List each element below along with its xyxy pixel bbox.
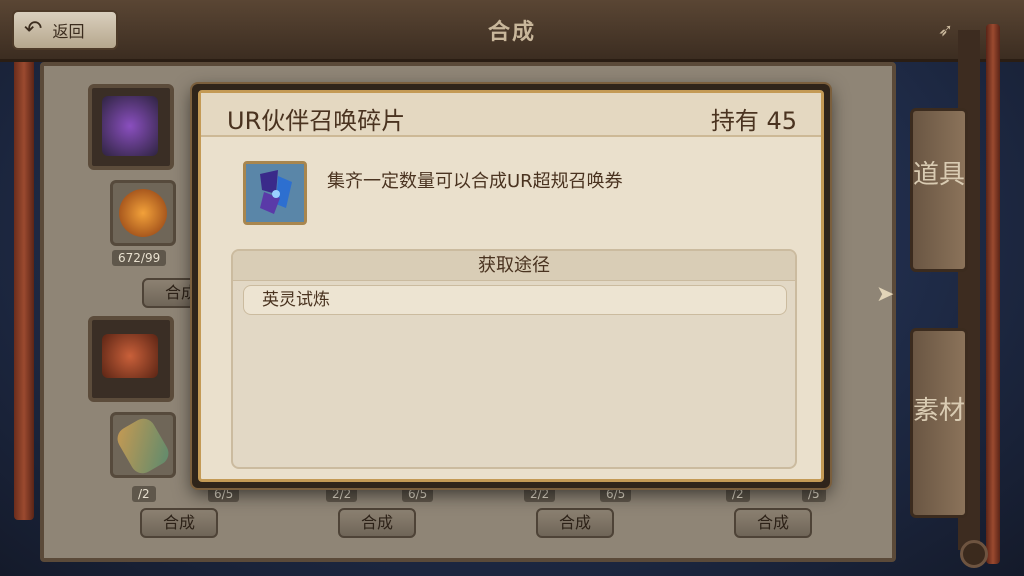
synth-button[interactable]: 合成 xyxy=(338,508,416,538)
ornament-icon: ➶ xyxy=(938,20,954,41)
tab-items-label: 道具 xyxy=(913,160,966,190)
back-button-label: 返回 xyxy=(52,22,85,41)
summon-shard-icon xyxy=(243,161,307,225)
item-count: 2/2 xyxy=(524,486,556,502)
horn-icon xyxy=(113,414,173,478)
crystal-icon xyxy=(102,96,158,156)
item-count: 6/5 xyxy=(208,486,240,502)
item-count: /2 xyxy=(132,486,156,502)
item-count: 2/2 xyxy=(326,486,358,502)
item-slot[interactable] xyxy=(110,180,176,246)
obtain-sources-panel: 获取途径 英灵试炼 xyxy=(231,249,797,469)
tab-materials-label: 素材 xyxy=(913,396,966,426)
tab-materials[interactable]: 素材 xyxy=(910,328,968,518)
held-count: 持有 45 xyxy=(710,107,797,135)
beast-icon xyxy=(102,334,158,378)
ore-icon xyxy=(119,189,167,237)
dialog-body: UR伙伴召唤碎片 持有 45 集齐一定数量可以合成UR超规召唤券 获取途径 英灵… xyxy=(198,90,824,482)
back-arrow-icon: ↶ xyxy=(24,17,43,42)
synth-button[interactable]: 合成 xyxy=(734,508,812,538)
item-slot[interactable] xyxy=(88,316,174,402)
page-title: 合成 xyxy=(487,20,536,45)
synth-button[interactable]: 合成 xyxy=(140,508,218,538)
item-description-box: 集齐一定数量可以合成UR超规召唤券 xyxy=(231,147,801,233)
obtain-sources-title: 获取途径 xyxy=(233,251,795,281)
back-button[interactable]: ↶ 返回 xyxy=(12,10,118,50)
item-name: UR伙伴召唤碎片 xyxy=(227,107,406,135)
item-slot[interactable] xyxy=(88,84,174,170)
item-count: /5 xyxy=(802,486,826,502)
source-item[interactable]: 英灵试炼 xyxy=(243,285,787,315)
item-info-dialog: UR伙伴召唤碎片 持有 45 集齐一定数量可以合成UR超规召唤券 获取途径 英灵… xyxy=(192,84,830,488)
item-count: 6/5 xyxy=(600,486,632,502)
right-rail xyxy=(986,24,1000,564)
top-bar: 合成 ↶ 返回 ➶ xyxy=(0,0,1024,62)
item-slot[interactable] xyxy=(110,412,176,478)
chevron-right-icon[interactable]: ➤ xyxy=(876,282,894,307)
corner-knob xyxy=(960,540,988,568)
item-description: 集齐一定数量可以合成UR超规召唤券 xyxy=(327,171,623,192)
item-count: 6/5 xyxy=(402,486,434,502)
tab-items[interactable]: 道具 xyxy=(910,108,968,272)
item-count: /2 xyxy=(726,486,750,502)
item-count: 672/99 xyxy=(112,250,167,266)
synth-button[interactable]: 合成 xyxy=(536,508,614,538)
dialog-header: UR伙伴召唤碎片 持有 45 xyxy=(201,93,821,137)
left-rail xyxy=(14,40,34,520)
